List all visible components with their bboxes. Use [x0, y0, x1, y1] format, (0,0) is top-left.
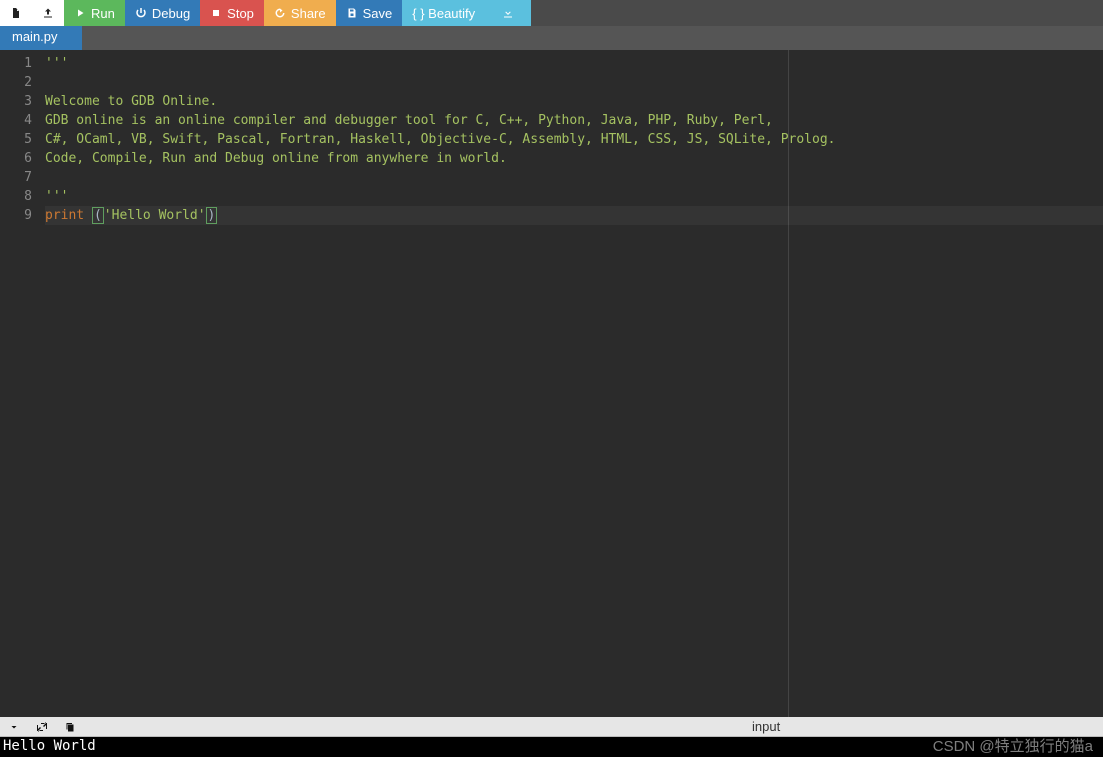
chevron-down-icon — [8, 721, 20, 733]
input-label: input — [752, 719, 780, 734]
tab-label: main.py — [12, 29, 58, 44]
debug-button[interactable]: Debug — [125, 0, 200, 26]
line-number: 6 — [0, 149, 32, 168]
code-line[interactable] — [45, 73, 1103, 92]
share-icon — [274, 7, 286, 19]
line-number: 7 — [0, 168, 32, 187]
stop-button[interactable]: Stop — [200, 0, 264, 26]
code-area[interactable]: ''' Welcome to GDB Online.GDB online is a… — [40, 50, 1103, 717]
line-number: 5 — [0, 130, 32, 149]
beautify-button[interactable]: { } Beautify — [402, 0, 485, 26]
file-tab[interactable]: main.py — [0, 26, 82, 50]
run-button[interactable]: Run — [64, 0, 125, 26]
code-line[interactable]: ''' — [45, 187, 1103, 206]
new-file-button[interactable] — [0, 0, 32, 26]
line-number: 8 — [0, 187, 32, 206]
run-label: Run — [91, 6, 115, 21]
copy-button[interactable] — [62, 719, 78, 735]
code-line[interactable] — [45, 168, 1103, 187]
share-label: Share — [291, 6, 326, 21]
output-text: Hello World — [3, 738, 96, 754]
upload-icon — [42, 7, 54, 19]
console-header: input — [0, 717, 1103, 737]
download-icon — [502, 7, 514, 19]
code-line[interactable]: GDB online is an online compiler and deb… — [45, 111, 1103, 130]
code-line[interactable]: print ('Hello World') — [45, 206, 1103, 225]
toolbar: Run Debug Stop Share Save { } Beautify — [0, 0, 1103, 26]
debug-label: Debug — [152, 6, 190, 21]
power-icon — [135, 7, 147, 19]
download-button[interactable] — [485, 0, 531, 26]
code-line[interactable]: Code, Compile, Run and Debug online from… — [45, 149, 1103, 168]
line-number: 4 — [0, 111, 32, 130]
line-number: 9 — [0, 206, 32, 225]
line-number: 3 — [0, 92, 32, 111]
code-line[interactable]: C#, OCaml, VB, Swift, Pascal, Fortran, H… — [45, 130, 1103, 149]
copy-icon — [64, 721, 76, 733]
upload-button[interactable] — [32, 0, 64, 26]
console-output[interactable]: Hello World CSDN @特立独行的猫a — [0, 737, 1103, 757]
code-editor[interactable]: 123456789 ''' Welcome to GDB Online.GDB o… — [0, 50, 1103, 717]
save-icon — [346, 7, 358, 19]
line-number: 1 — [0, 54, 32, 73]
code-line[interactable]: Welcome to GDB Online. — [45, 92, 1103, 111]
save-button[interactable]: Save — [336, 0, 403, 26]
stop-icon — [210, 7, 222, 19]
save-label: Save — [363, 6, 393, 21]
beautify-label: { } Beautify — [412, 6, 475, 21]
tab-bar: main.py — [0, 26, 1103, 50]
expand-icon — [36, 721, 48, 733]
code-line[interactable]: ''' — [45, 54, 1103, 73]
expand-button[interactable] — [34, 719, 50, 735]
play-icon — [74, 7, 86, 19]
stop-label: Stop — [227, 6, 254, 21]
gutter: 123456789 — [0, 50, 40, 717]
line-number: 2 — [0, 73, 32, 92]
new-file-icon — [10, 7, 22, 19]
watermark: CSDN @特立独行的猫a — [933, 735, 1093, 756]
collapse-button[interactable] — [6, 719, 22, 735]
share-button[interactable]: Share — [264, 0, 336, 26]
